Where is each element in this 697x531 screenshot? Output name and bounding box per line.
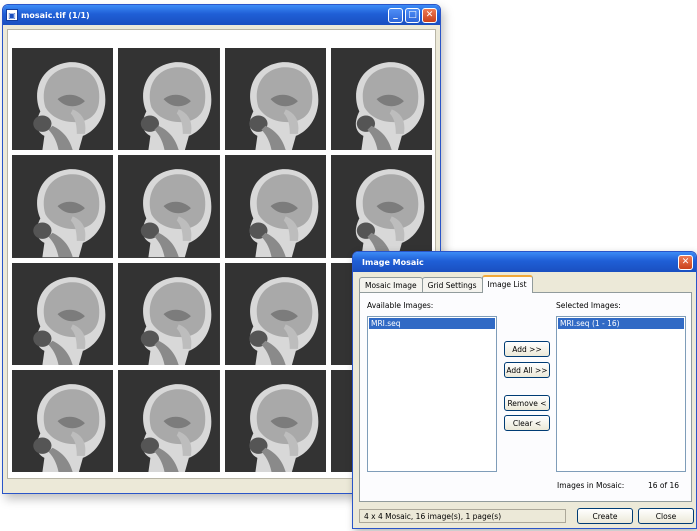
remove-button[interactable]: Remove < bbox=[504, 395, 550, 411]
list-item[interactable]: MRI.seq bbox=[369, 318, 495, 329]
mri-thumbnail bbox=[12, 262, 114, 365]
create-button[interactable]: Create bbox=[577, 508, 633, 524]
mosaic-window-title: mosaic.tif (1/1) bbox=[21, 10, 90, 20]
mri-thumbnail bbox=[12, 369, 114, 472]
images-in-mosaic-label: Images in Mosaic: bbox=[557, 481, 625, 490]
mri-thumbnail bbox=[224, 155, 326, 258]
close-dialog-button[interactable]: Close bbox=[638, 508, 694, 524]
mri-thumbnail bbox=[224, 48, 326, 151]
clear-button[interactable]: Clear < bbox=[504, 415, 550, 431]
dialog-close-button[interactable]: ✕ bbox=[678, 254, 693, 270]
close-button[interactable]: ✕ bbox=[422, 7, 437, 23]
mri-thumbnail bbox=[12, 155, 114, 258]
tab-image-list[interactable]: Image List bbox=[481, 275, 533, 293]
mri-thumbnail bbox=[12, 48, 114, 151]
mri-thumbnail bbox=[118, 369, 220, 472]
list-item[interactable]: MRI.seq (1 - 16) bbox=[558, 318, 684, 329]
selected-images-list[interactable]: MRI.seq (1 - 16) bbox=[556, 316, 686, 472]
mosaic-title-bar[interactable]: ▣ mosaic.tif (1/1) _ □ ✕ bbox=[3, 5, 440, 25]
mri-thumbnail bbox=[118, 48, 220, 151]
mri-thumbnail bbox=[224, 262, 326, 365]
mri-thumbnail bbox=[330, 155, 432, 258]
images-in-mosaic-value: 16 of 16 bbox=[648, 481, 680, 490]
image-list-panel: Available Images: MRI.seq Add >> Add All… bbox=[359, 292, 692, 502]
mri-thumbnail bbox=[224, 369, 326, 472]
image-mosaic-dialog: Image Mosaic ✕ Mosaic Image Grid Setting… bbox=[352, 251, 697, 529]
dialog-title: Image Mosaic bbox=[362, 257, 424, 267]
maximize-button[interactable]: □ bbox=[405, 7, 420, 23]
app-icon: ▣ bbox=[6, 9, 18, 21]
mri-thumbnail bbox=[118, 155, 220, 258]
available-images-list[interactable]: MRI.seq bbox=[367, 316, 497, 472]
dialog-status-bar: 4 x 4 Mosaic, 16 image(s), 1 page(s) bbox=[359, 509, 566, 523]
status-text: 4 x 4 Mosaic, 16 image(s), 1 page(s) bbox=[364, 511, 502, 521]
minimize-button[interactable]: _ bbox=[388, 7, 403, 23]
add-button[interactable]: Add >> bbox=[504, 341, 550, 357]
available-images-label: Available Images: bbox=[367, 301, 434, 310]
selected-images-label: Selected Images: bbox=[556, 301, 621, 310]
dialog-title-bar[interactable]: Image Mosaic ✕ bbox=[353, 252, 696, 272]
add-all-button[interactable]: Add All >> bbox=[504, 362, 550, 378]
mri-thumbnail bbox=[118, 262, 220, 365]
mri-thumbnail bbox=[330, 48, 432, 151]
